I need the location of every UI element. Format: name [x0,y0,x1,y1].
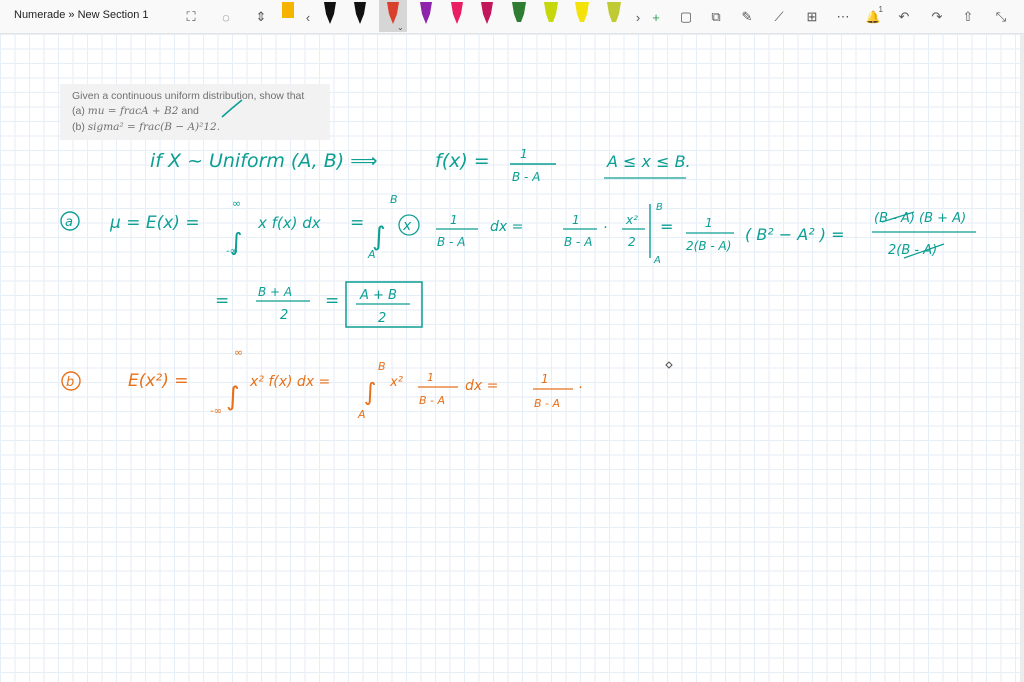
check-mark [221,99,243,118]
frac-2-den: B - A [564,235,592,249]
second-moment-definition: E(x²) = [128,371,189,391]
answer-num: A + B [359,288,397,303]
eval-lower: A [653,255,661,266]
integral-4-sign: ∫ [364,378,377,406]
frac-5-den: B - A [534,397,560,410]
frac-4-den: B - A [419,394,445,407]
frac-1-den: B - A [437,235,465,249]
onenote-window: Numerade » New Section 1 ⛶ ◌ ⇕ ‹ ⌄ › + ▢ ⧉ ✎ ⟋ ⊞ ⋯… [0,0,1024,682]
part-a-result: = B + A 2 = A + B 2 [215,281,423,328]
dx-2: dx = [465,378,498,394]
integral-1-upper: ∞ [232,197,241,210]
part-b-derivation: b E(x²) = ∞ ∫ -∞ x² f(x) dx = B ∫ A x² 1… [61,346,582,421]
pdf-denominator: B - A [512,170,540,184]
final-num: (B - A) (B + A) [874,211,966,226]
integral-4-lower: A [357,408,366,421]
part-b-label: b [66,375,74,390]
answer-den: 2 [378,311,386,326]
x-squared-den: 2 [628,235,636,249]
given-line: if X ~ Uniform (A, B) ⟹ f(x) = 1 B - A A… [150,147,691,184]
equals-2: = [660,217,673,236]
result-den: 2 [280,308,288,323]
dx-1: dx = [490,219,523,235]
equals-3: = [215,291,229,311]
integral-4-x-squared: x² [389,375,403,390]
final-den: 2(B - A) [888,243,937,258]
integral-4-upper: B [378,360,386,373]
frac-5-num: 1 [541,372,549,386]
integral-3-sign: ∫ [226,382,240,412]
pen-cursor-icon [665,361,673,369]
dot-2: · [578,380,582,396]
equals-1: = [350,213,364,233]
integral-1-lower: -∞ [226,246,238,257]
frac-2-num: 1 [572,213,580,227]
integral-2-lower: A [367,248,376,261]
part-a-label: a [65,215,73,230]
dot-1: · [603,220,607,236]
circled-x: x [402,218,412,234]
given-statement: if X ~ Uniform (A, B) ⟹ [150,150,378,172]
frac-3-den: 2(B - A) [686,239,731,253]
integral-2-upper: B [390,193,398,206]
mean-definition: μ = E(x) = [109,213,200,233]
part-a-derivation: a μ = E(x) = ∞ ∫ -∞ x f(x) dx = B ∫ A x … [60,193,976,266]
integral-3-lower: -∞ [210,406,222,417]
x-squared-num: x² [625,213,638,227]
integral-1-integrand: x f(x) dx [257,214,321,232]
integral-3-upper: ∞ [234,346,243,359]
pdf-numerator: 1 [520,147,528,161]
handwritten-notes: if X ~ Uniform (A, B) ⟹ f(x) = 1 B - A A… [60,99,976,421]
frac-1-num: 1 [450,213,458,227]
equals-4: = [325,291,339,311]
support-range: A ≤ x ≤ B. [606,152,691,171]
difference-of-squares: ( B² − A² ) = [745,225,844,244]
integral-3-integrand: x² f(x) dx = [249,374,330,390]
result-num: B + A [258,285,292,299]
frac-4-num: 1 [427,371,434,384]
pdf-label: f(x) = [435,150,490,172]
frac-3-num: 1 [705,216,713,230]
eval-upper: B [656,202,663,213]
